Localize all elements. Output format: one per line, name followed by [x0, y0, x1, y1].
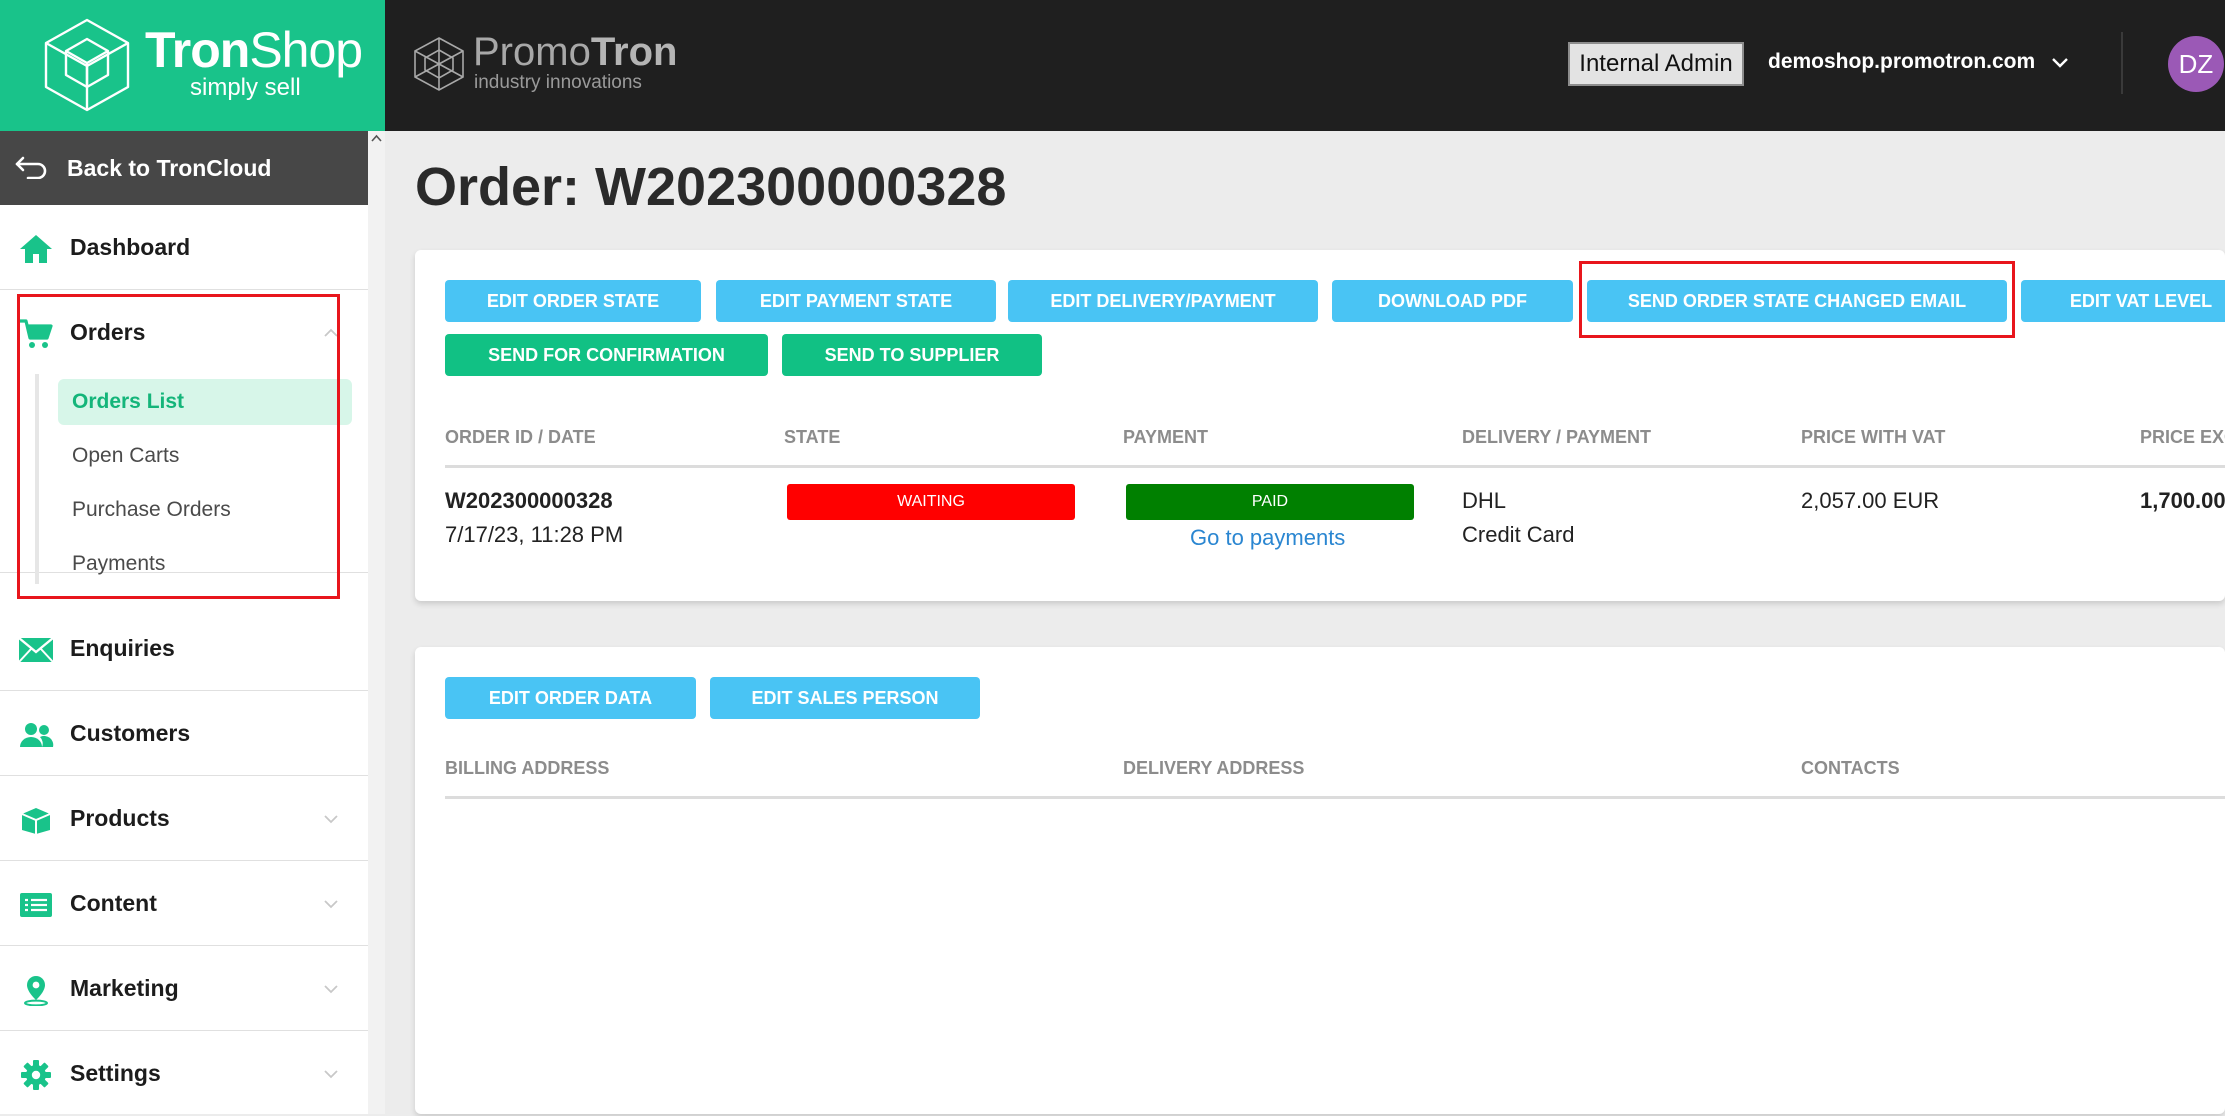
edit-order-data-button[interactable]: EDIT ORDER DATA [445, 677, 696, 719]
order-address-card: EDIT ORDER DATA EDIT SALES PERSON BILLIN… [415, 647, 2225, 1114]
sidebar-item-products[interactable]: Products [0, 776, 368, 861]
box-icon [21, 808, 51, 834]
column-header-price-with-vat: PRICE WITH VAT [1801, 427, 1946, 447]
download-pdf-button[interactable]: DOWNLOAD PDF [1332, 280, 1573, 322]
back-to-troncloud-link[interactable]: Back to TronCloud [0, 131, 368, 205]
edit-vat-level-button[interactable]: EDIT VAT LEVEL [2021, 280, 2225, 322]
sidebar-item-dashboard[interactable]: Dashboard [0, 205, 368, 290]
delivery-method: DHL [1462, 488, 1507, 513]
column-header-contacts: CONTACTS [1801, 758, 1900, 778]
send-to-supplier-button[interactable]: SEND TO SUPPLIER [782, 334, 1042, 376]
list-icon [20, 893, 52, 917]
role-badge[interactable]: Internal Admin [1568, 42, 1744, 86]
orders-highlight-box [17, 294, 340, 599]
price-with-vat: 2,057.00 EUR [1801, 488, 1940, 513]
sidebar-item-settings[interactable]: Settings [0, 1031, 368, 1116]
sidebar-item-label: Settings [70, 1060, 161, 1086]
order-state-badge: WAITING [787, 484, 1075, 520]
sidebar-item-label: Content [70, 890, 157, 916]
chevron-down-icon [324, 985, 338, 994]
chevron-down-icon[interactable] [2050, 56, 2070, 70]
chevron-down-icon [324, 815, 338, 824]
order-id[interactable]: W202300000328 [445, 488, 613, 514]
sidebar-item-enquiries[interactable]: Enquiries [0, 606, 368, 691]
chevron-down-icon [324, 1070, 338, 1079]
address-header-rule [445, 796, 2225, 799]
page-title: Order: W202300000328 [415, 157, 1007, 217]
sidebar-item-label: Dashboard [70, 234, 191, 260]
sidebar-item-label: Products [70, 805, 170, 831]
send-for-confirmation-button[interactable]: SEND FOR CONFIRMATION [445, 334, 768, 376]
envelope-icon [18, 637, 54, 663]
payment-method: Credit Card [1462, 522, 1575, 547]
edit-order-state-button[interactable]: EDIT ORDER STATE [445, 280, 701, 322]
sidebar-item-label: Customers [70, 720, 191, 746]
back-link-label: Back to TronCloud [67, 155, 272, 181]
partner-tagline: industry innovations [474, 72, 642, 93]
users-icon [20, 723, 54, 747]
scroll-up-arrow-icon[interactable] [370, 133, 383, 143]
price-excluding-vat: 1,700.00 [2140, 488, 2225, 513]
column-header-order-id: ORDER ID / DATE [445, 427, 596, 447]
top-bar: TronShop simply sell PromoTron industry … [0, 0, 2225, 131]
column-header-billing-address: BILLING ADDRESS [445, 758, 610, 778]
chevron-down-icon [324, 900, 338, 909]
map-pin-icon [24, 976, 48, 1006]
sidebar-item-label: Marketing [70, 975, 179, 1001]
brand-tagline: simply sell [190, 74, 301, 101]
partner-name: PromoTron [473, 30, 678, 74]
tronshop-logo[interactable]: TronShop simply sell [0, 0, 385, 131]
sidebar-scrollbar[interactable] [368, 131, 385, 1114]
edit-delivery-payment-button[interactable]: EDIT DELIVERY/PAYMENT [1008, 280, 1318, 322]
home-icon [20, 235, 52, 263]
cube-logo-icon [44, 18, 130, 112]
column-header-state: STATE [784, 427, 841, 447]
column-header-price-exc: PRICE EXC [2140, 427, 2225, 447]
email-button-highlight-box [1579, 261, 2015, 338]
order-date: 7/17/23, 11:28 PM [445, 522, 624, 547]
sidebar-item-customers[interactable]: Customers [0, 691, 368, 776]
column-header-delivery-payment: DELIVERY / PAYMENT [1462, 427, 1652, 447]
go-to-payments-link[interactable]: Go to payments [1190, 525, 1345, 551]
column-header-payment: PAYMENT [1123, 427, 1209, 447]
header-divider [2121, 32, 2123, 94]
promotron-logo-icon [414, 37, 464, 91]
order-summary-card: EDIT ORDER STATE EDIT PAYMENT STATE EDIT… [415, 250, 2225, 601]
shop-selector[interactable]: demoshop.promotron.com [1768, 50, 2035, 74]
edit-payment-state-button[interactable]: EDIT PAYMENT STATE [716, 280, 996, 322]
column-header-delivery-address: DELIVERY ADDRESS [1123, 758, 1305, 778]
back-arrow-icon [15, 156, 47, 179]
sidebar-item-marketing[interactable]: Marketing [0, 946, 368, 1031]
user-avatar[interactable]: DZ [2168, 36, 2224, 92]
payment-state-badge: PAID [1126, 484, 1414, 520]
edit-sales-person-button[interactable]: EDIT SALES PERSON [710, 677, 980, 719]
table-header-rule [445, 465, 2225, 468]
sidebar-item-content[interactable]: Content [0, 861, 368, 946]
gear-icon [21, 1060, 51, 1090]
sidebar: Back to TronCloud Dashboard Orders Order… [0, 131, 368, 1114]
sidebar-item-label: Enquiries [70, 635, 175, 661]
brand-name: TronShop [145, 22, 363, 78]
